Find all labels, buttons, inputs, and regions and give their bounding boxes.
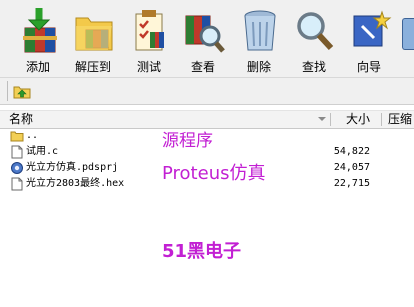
file-name: 光立方仿真.pdsprj [26,162,119,173]
toolbar-separator [7,81,8,101]
find-icon [293,6,337,56]
add-label: 添加 [25,60,50,74]
file-size: 24,057 [333,162,370,173]
find-button[interactable]: 查找 [286,0,342,77]
annotation-proteus: Proteus仿真 [162,163,266,184]
sort-arrow-icon [318,117,326,121]
extract-to-button[interactable]: 解压到 [65,0,121,77]
test-button[interactable]: 测试 [121,0,177,77]
view-button[interactable]: 查看 [175,0,231,77]
file-name: 试用.c [26,146,59,157]
file-size: 54,822 [333,146,370,157]
column-compressed[interactable]: 压缩 [388,111,412,128]
more-tools-button[interactable] [398,0,414,77]
delete-button[interactable]: 删除 [231,0,287,77]
file-name: .. [26,130,39,141]
find-label: 查找 [301,60,326,74]
delete-icon [238,6,282,56]
view-icon [182,6,226,56]
add-button[interactable]: 添加 [10,0,66,77]
address-bar [0,78,414,105]
wizard-icon [348,6,392,56]
column-name[interactable]: 名称 [9,111,33,128]
delete-label: 删除 [246,60,271,74]
toolbar: 添加 解压到 测试 查看 删除 查找 向导 [0,0,414,78]
file-name: 光立方2803最终.hex [26,178,125,189]
extract-to-label: 解压到 [74,60,111,74]
add-archive-icon [17,6,61,56]
wizard-button[interactable]: 向导 [341,0,397,77]
test-icon [128,6,172,56]
c-file-icon [10,145,24,159]
file-size: 22,715 [333,178,370,189]
wizard-label: 向导 [356,60,381,74]
folder-up-icon[interactable] [13,82,31,100]
test-label: 测试 [136,60,161,74]
folder-up-icon [10,129,24,143]
hex-file-icon [10,177,24,191]
file-list: .. 试用.c 54,822 光立方仿真.pdsprj 24,057 光立方28… [0,128,370,307]
column-separator[interactable] [381,113,382,126]
extract-to-icon [72,6,116,56]
annotation-brand: 51黑电子 [162,241,242,262]
proteus-file-icon [10,161,24,175]
column-size[interactable]: 大小 [346,111,370,128]
view-label: 查看 [190,60,215,74]
column-separator[interactable] [330,113,331,126]
annotation-source: 源程序 [162,131,213,151]
